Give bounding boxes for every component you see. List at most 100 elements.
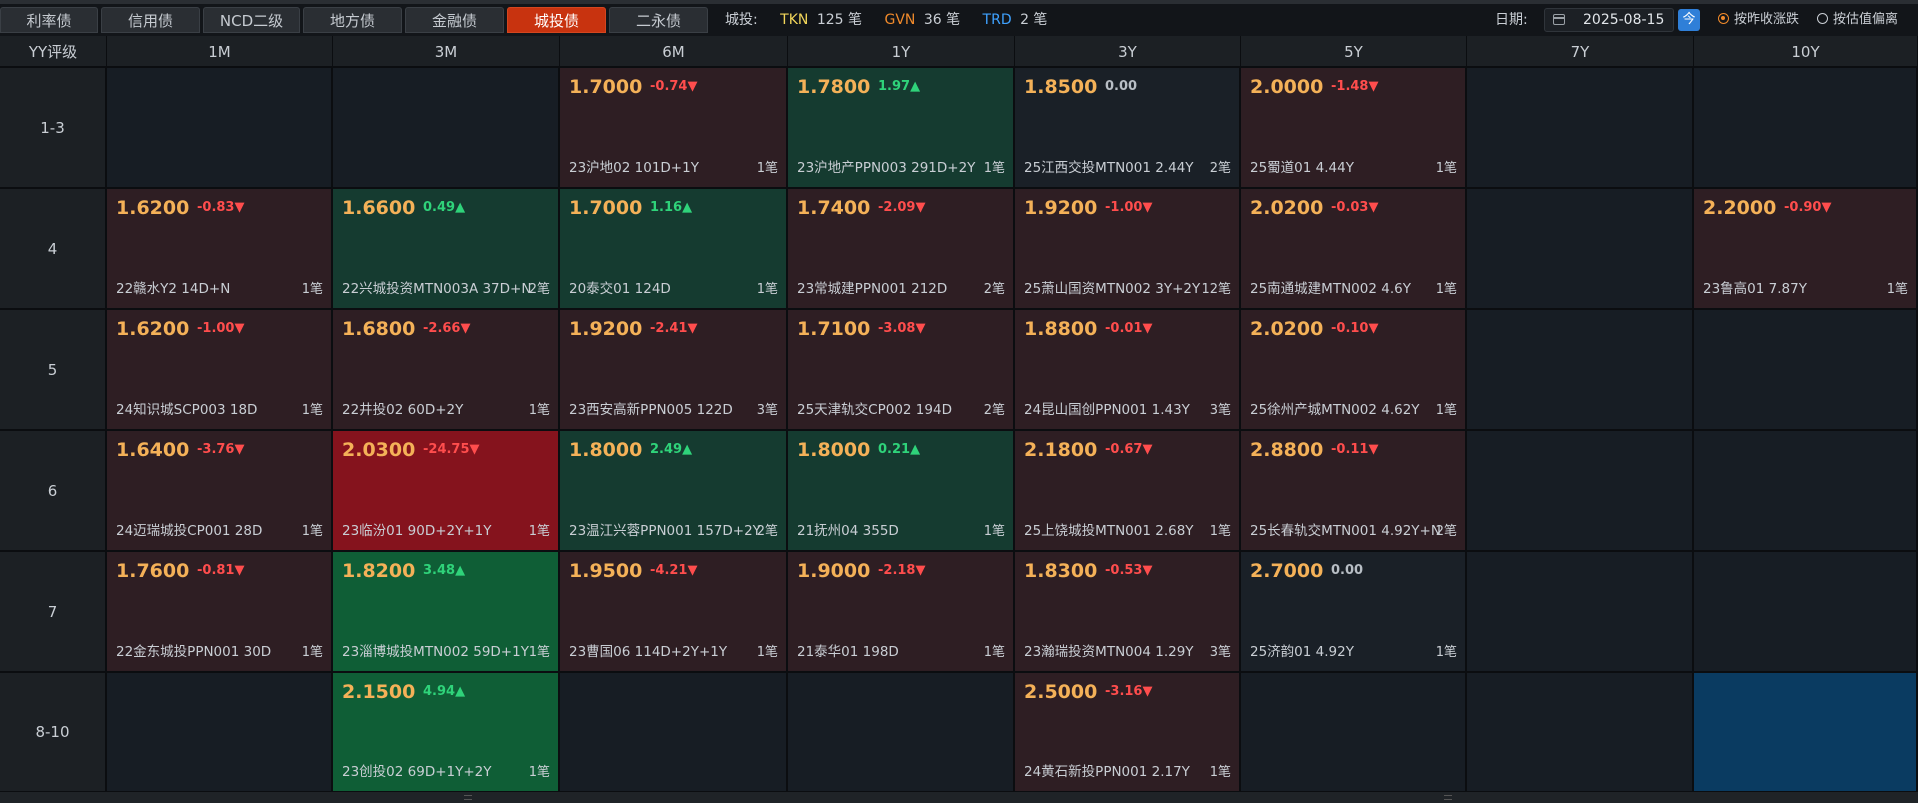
bond-name: 21抚州04 355D xyxy=(797,523,899,539)
grid-cell-quote[interactable]: 1.8000 0.21▲ 21抚州04 355D 1笔 xyxy=(788,431,1015,552)
date-picker[interactable]: 2025-08-15 xyxy=(1544,8,1674,32)
grid-cell-quote[interactable]: 2.1800 -0.67▼ 25上饶城投MTN001 2.68Y 1笔 xyxy=(1015,431,1241,552)
grid-cell-empty[interactable] xyxy=(333,68,560,189)
grid-cell-quote[interactable]: 1.8800 -0.01▼ 24昆山国创PPN001 1.43Y 3笔 xyxy=(1015,310,1241,431)
grid-cell-empty[interactable] xyxy=(560,673,788,793)
bond-name: 23西安高新PPN005 122D xyxy=(569,402,733,418)
column-header-1M[interactable]: 1M xyxy=(107,36,333,68)
trade-count: 1笔 xyxy=(983,645,1005,660)
grid-cell-empty[interactable] xyxy=(1694,68,1918,189)
bottom-scrollbar[interactable] xyxy=(0,792,1918,803)
trade-count: 1笔 xyxy=(528,403,550,418)
column-header-6M[interactable]: 6M xyxy=(560,36,788,68)
grid-cell-quote[interactable]: 1.9200 -1.00▼ 25萧山国资MTN002 3Y+2Y 12笔 xyxy=(1015,189,1241,310)
tab-5[interactable]: 城投债 xyxy=(507,7,606,33)
grid-cell-empty[interactable] xyxy=(107,68,333,189)
today-button[interactable]: 今 xyxy=(1678,9,1700,31)
trade-count: 1笔 xyxy=(756,645,778,660)
grid-cell-empty[interactable] xyxy=(1467,673,1694,793)
trade-count: 2笔 xyxy=(983,282,1005,297)
change-bp: -3.08▼ xyxy=(878,321,926,336)
grid-cell-quote[interactable]: 2.0200 -0.03▼ 25南通城建MTN002 4.6Y 1笔 xyxy=(1241,189,1467,310)
change-bp: -2.18▼ xyxy=(878,563,926,578)
resize-grip-icon[interactable] xyxy=(464,795,472,800)
change-bp: -0.11▼ xyxy=(1331,442,1379,457)
column-header-3Y[interactable]: 3Y xyxy=(1015,36,1241,68)
grid-cell-quote[interactable]: 2.0300 -24.75▼ 23临汾01 90D+2Y+1Y 1笔 xyxy=(333,431,560,552)
trade-count: 1笔 xyxy=(756,161,778,176)
bond-name: 23创投02 69D+1Y+2Y xyxy=(342,764,492,780)
yield-rate: 1.7000 xyxy=(569,197,643,219)
grid-cell-quote[interactable]: 1.7800 1.97▲ 23沪地产PPN003 291D+2Y 1笔 xyxy=(788,68,1015,189)
summary-bar: 城投: TKN 125 笔 GVN 36 笔 TRD 2 笔 xyxy=(725,4,1065,36)
grid-cell-quote[interactable]: 1.8000 2.49▲ 23温江兴蓉PPN001 157D+2Y 2笔 xyxy=(560,431,788,552)
grid-cell-empty[interactable] xyxy=(1694,431,1918,552)
grid-cell-quote[interactable]: 2.8800 -0.11▼ 25长春轨交MTN001 4.92Y+N 2笔 xyxy=(1241,431,1467,552)
tab-0[interactable]: 利率债 xyxy=(0,7,98,33)
grid-cell-empty[interactable] xyxy=(107,673,333,793)
grid-cell-empty[interactable] xyxy=(788,673,1015,793)
grid-cell-quote[interactable]: 1.9000 -2.18▼ 21泰华01 198D 1笔 xyxy=(788,552,1015,673)
grid-cell-quote[interactable]: 1.7000 -0.74▼ 23沪地02 101D+1Y 1笔 xyxy=(560,68,788,189)
radio-prev-close[interactable]: 按昨收涨跌 xyxy=(1718,4,1799,36)
grid-cell-quote[interactable]: 1.8200 3.48▲ 23淄博城投MTN002 59D+1Y 1笔 xyxy=(333,552,560,673)
tab-1[interactable]: 信用债 xyxy=(101,7,200,33)
bond-name: 23常城建PPN001 212D xyxy=(797,281,948,297)
radio-unchecked-icon[interactable] xyxy=(1817,13,1828,24)
grid-cell-selected[interactable] xyxy=(1694,673,1918,793)
grid-cell-quote[interactable]: 2.0200 -0.10▼ 25徐州产城MTN002 4.62Y 1笔 xyxy=(1241,310,1467,431)
tab-4[interactable]: 金融债 xyxy=(405,7,504,33)
column-header-7Y[interactable]: 7Y xyxy=(1467,36,1694,68)
tab-2[interactable]: NCD二级 xyxy=(203,7,300,33)
yield-rate: 2.1500 xyxy=(342,681,416,703)
grid-cell-quote[interactable]: 1.7100 -3.08▼ 25天津轨交CP002 194D 2笔 xyxy=(788,310,1015,431)
column-header-10Y[interactable]: 10Y xyxy=(1694,36,1918,68)
grid-cell-quote[interactable]: 1.6400 -3.76▼ 24迈瑞城投CP001 28D 1笔 xyxy=(107,431,333,552)
grid-cell-empty[interactable] xyxy=(1467,68,1694,189)
grid-cell-empty[interactable] xyxy=(1694,310,1918,431)
grid-cell-quote[interactable]: 1.6600 0.49▲ 22兴城投资MTN003A 37D+N 2笔 xyxy=(333,189,560,310)
grid-cell-quote[interactable]: 1.9500 -4.21▼ 23曹国06 114D+2Y+1Y 1笔 xyxy=(560,552,788,673)
gvn-key: GVN xyxy=(884,12,916,28)
radio-valuation-dev[interactable]: 按估值偏离 xyxy=(1817,4,1898,36)
radio-checked-icon[interactable] xyxy=(1718,13,1729,24)
grid-cell-quote[interactable]: 2.5000 -3.16▼ 24黄石新投PPN001 2.17Y 1笔 xyxy=(1015,673,1241,793)
column-header-3M[interactable]: 3M xyxy=(333,36,560,68)
grid-cell-empty[interactable] xyxy=(1467,189,1694,310)
trade-count: 1笔 xyxy=(1435,645,1457,660)
grid-cell-quote[interactable]: 1.7000 1.16▲ 20泰交01 124D 1笔 xyxy=(560,189,788,310)
grid-cell-quote[interactable]: 2.0000 -1.48▼ 25蜀道01 4.44Y 1笔 xyxy=(1241,68,1467,189)
column-header-5Y[interactable]: 5Y xyxy=(1241,36,1467,68)
trade-count: 2笔 xyxy=(1435,524,1457,539)
change-bp: -1.00▼ xyxy=(1105,200,1153,215)
grid-cell-quote[interactable]: 1.6200 -1.00▼ 24知识城SCP003 18D 1笔 xyxy=(107,310,333,431)
grid-cell-quote[interactable]: 2.2000 -0.90▼ 23鲁高01 7.87Y 1笔 xyxy=(1694,189,1918,310)
yield-rate: 1.8000 xyxy=(797,439,871,461)
grid-cell-quote[interactable]: 1.8300 -0.53▼ 23瀚瑞投资MTN004 1.29Y 3笔 xyxy=(1015,552,1241,673)
grid-cell-quote[interactable]: 1.8500 0.00 25江西交投MTN001 2.44Y 2笔 xyxy=(1015,68,1241,189)
grid-cell-quote[interactable]: 2.1500 4.94▲ 23创投02 69D+1Y+2Y 1笔 xyxy=(333,673,560,793)
bond-name: 25长春轨交MTN001 4.92Y+N xyxy=(1250,523,1441,539)
grid-cell-quote[interactable]: 2.7000 0.00 25济韵01 4.92Y 1笔 xyxy=(1241,552,1467,673)
grid-cell-quote[interactable]: 1.7400 -2.09▼ 23常城建PPN001 212D 2笔 xyxy=(788,189,1015,310)
calendar-icon[interactable] xyxy=(1553,14,1565,25)
grid-cell-quote[interactable]: 1.6200 -0.83▼ 22赣水Y2 14D+N 1笔 xyxy=(107,189,333,310)
grid-cell-empty[interactable] xyxy=(1241,673,1467,793)
bond-name: 22井投02 60D+2Y xyxy=(342,402,464,418)
grid-cell-empty[interactable] xyxy=(1467,431,1694,552)
grid-cell-quote[interactable]: 1.7600 -0.81▼ 22金东城投PPN001 30D 1笔 xyxy=(107,552,333,673)
resize-grip-icon[interactable] xyxy=(1444,795,1452,800)
tab-6[interactable]: 二永债 xyxy=(609,7,708,33)
bond-name: 25徐州产城MTN002 4.62Y xyxy=(1250,402,1420,418)
column-header-1Y[interactable]: 1Y xyxy=(788,36,1015,68)
grid-cell-empty[interactable] xyxy=(1467,310,1694,431)
grid-cell-quote[interactable]: 1.6800 -2.66▼ 22井投02 60D+2Y 1笔 xyxy=(333,310,560,431)
change-bp: -2.66▼ xyxy=(423,321,471,336)
grid-cell-empty[interactable] xyxy=(1694,552,1918,673)
tab-3[interactable]: 地方债 xyxy=(303,7,402,33)
grid-cell-quote[interactable]: 1.9200 -2.41▼ 23西安高新PPN005 122D 3笔 xyxy=(560,310,788,431)
grid-cell-empty[interactable] xyxy=(1467,552,1694,673)
trade-count: 3笔 xyxy=(756,403,778,418)
trade-count: 2笔 xyxy=(983,403,1005,418)
date-value[interactable]: 2025-08-15 xyxy=(1583,9,1664,31)
